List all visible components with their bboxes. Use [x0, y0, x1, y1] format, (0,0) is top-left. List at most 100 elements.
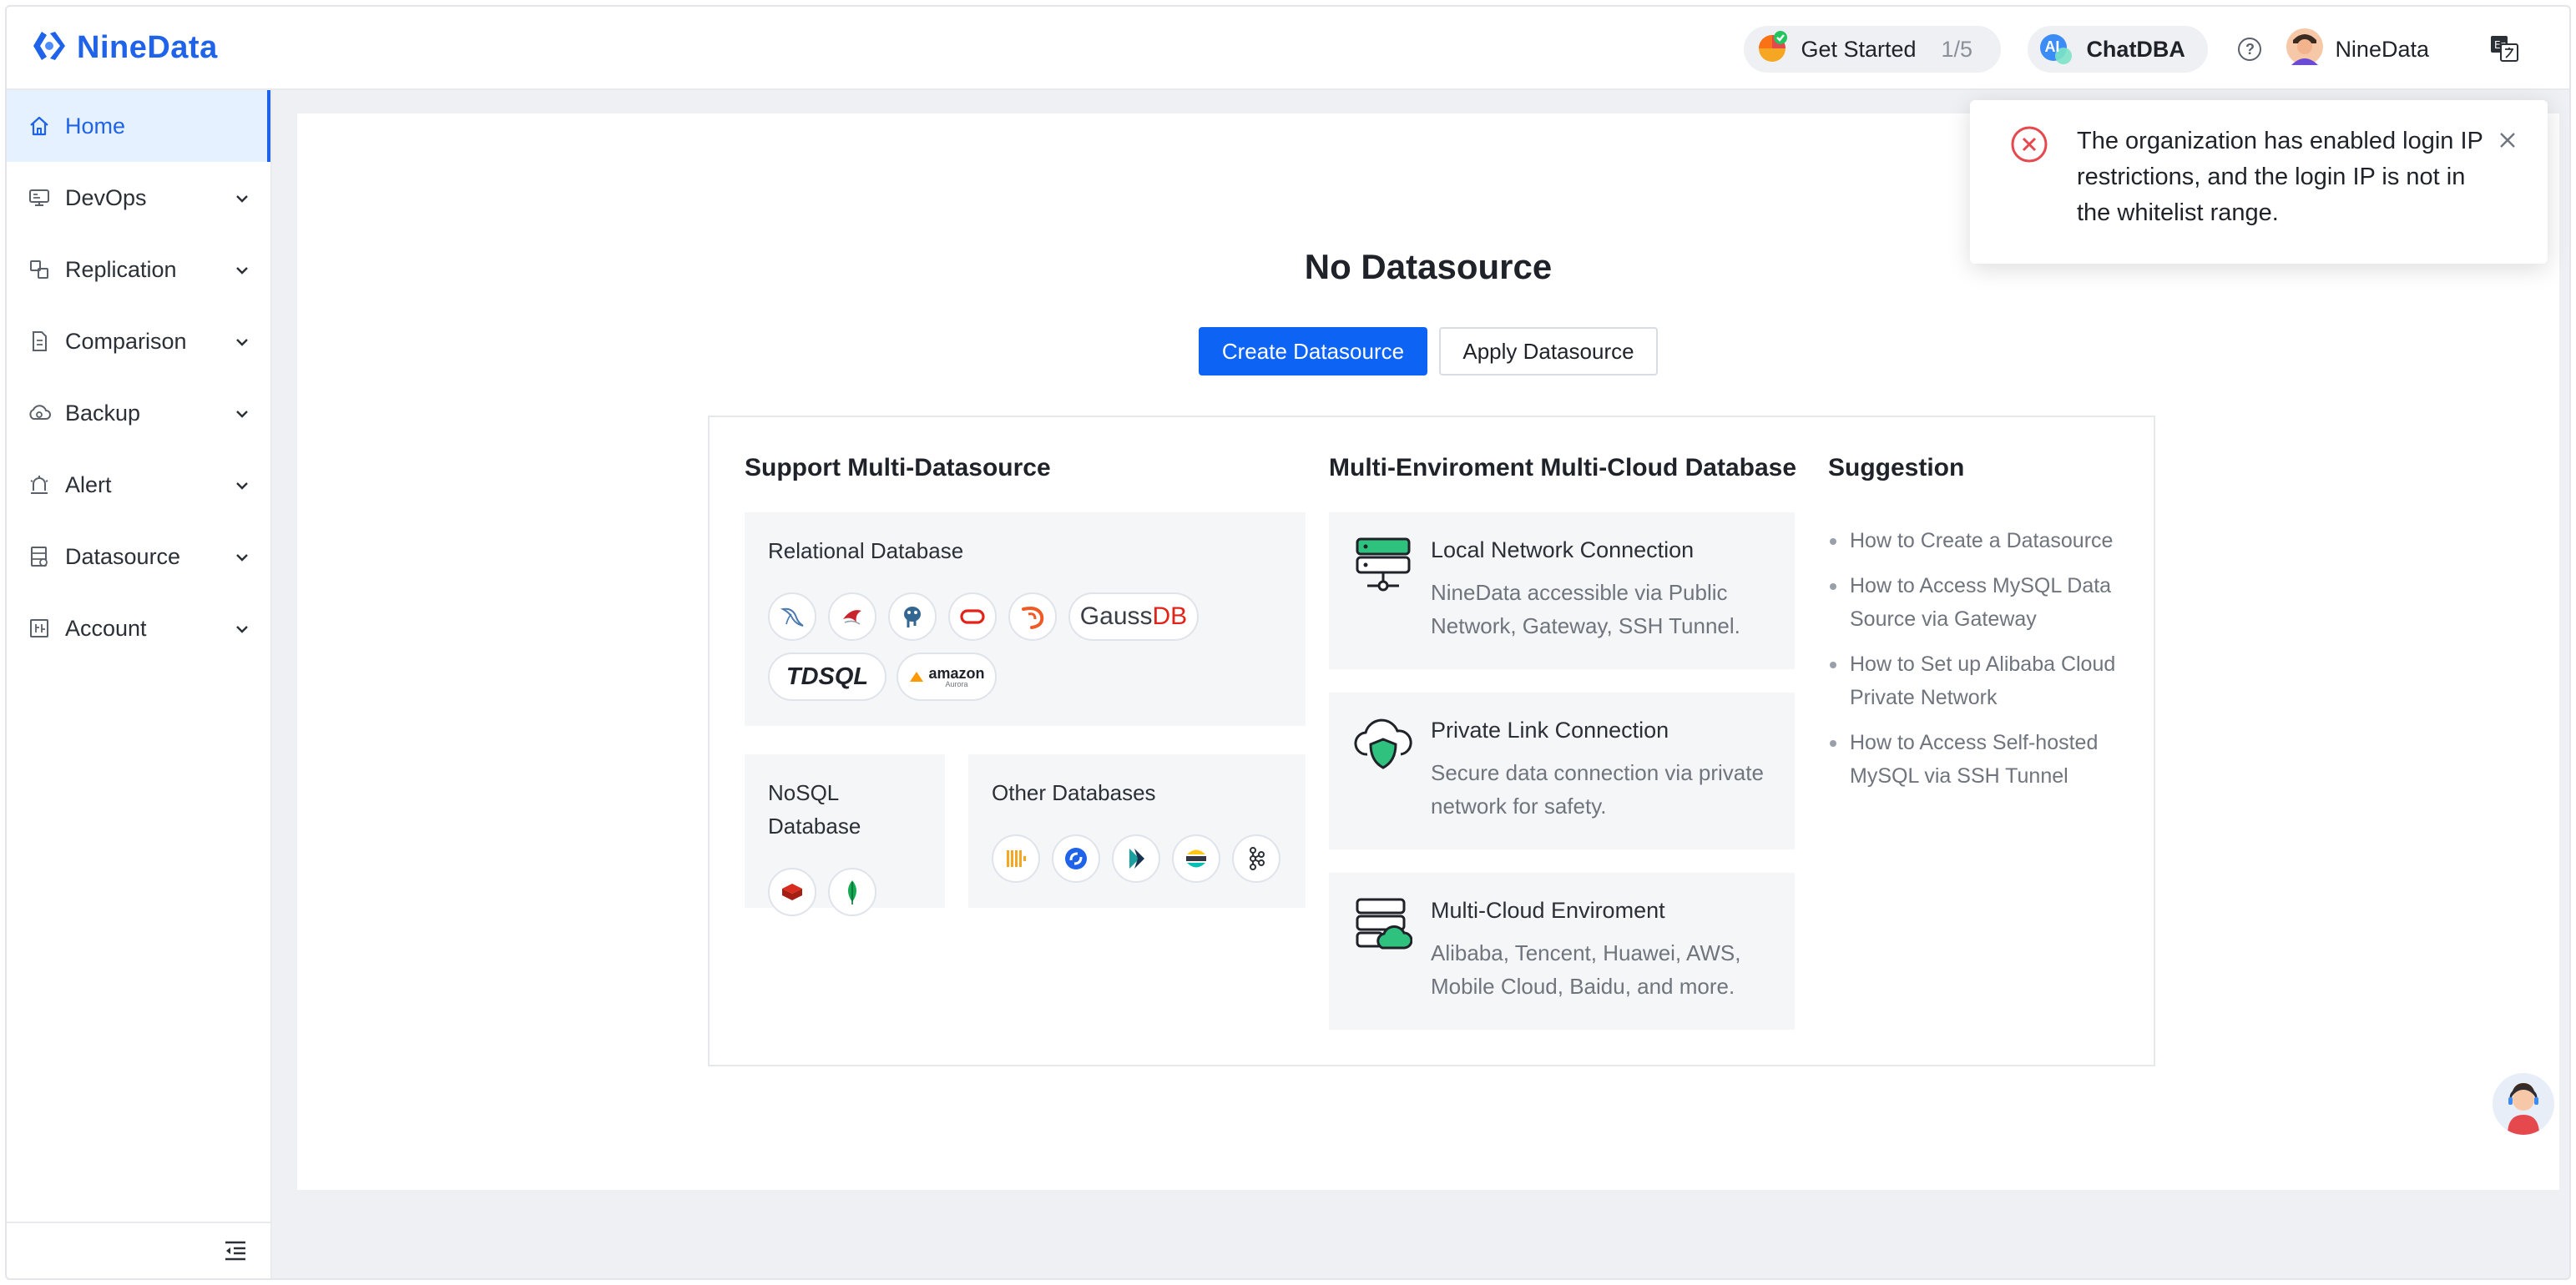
sidebar-item-label: Datasource: [65, 543, 181, 569]
sidebar-item-label: Account: [65, 615, 147, 641]
get-started-button[interactable]: Get Started 1/5: [1744, 26, 2002, 73]
sidebar-item-label: Replication: [65, 256, 177, 282]
mariadb-icon[interactable]: [1008, 592, 1057, 641]
relational-database-box: Relational Database GaussDB TDSQL amazon…: [745, 512, 1306, 726]
env-item-local-network: Local Network Connection NineData access…: [1329, 512, 1795, 669]
get-started-label: Get Started: [1801, 36, 1917, 62]
chevron-down-icon: [234, 546, 250, 572]
account-icon: [27, 616, 52, 641]
tdsql-text: TDSQL: [785, 663, 869, 690]
error-circle-icon: [2010, 125, 2048, 168]
datasource-icon: [27, 544, 52, 569]
kingbase-icon[interactable]: [1112, 834, 1160, 883]
chatdba-ai-icon: AI: [2039, 33, 2074, 66]
suggestion-link[interactable]: How to Set up Alibaba Cloud Private Netw…: [1828, 648, 2145, 714]
replication-icon: [27, 257, 52, 282]
ninedata-logo-icon: [30, 27, 68, 69]
brand-name: NineData: [77, 30, 218, 65]
env-item-private-link: Private Link Connection Secure data conn…: [1329, 693, 1795, 849]
user-menu[interactable]: NineData: [2286, 28, 2429, 71]
sidebar-footer: [7, 1222, 270, 1278]
action-buttons: Create Datasource Apply Datasource: [297, 327, 2559, 375]
gaussdb-text-b: DB: [1152, 602, 1188, 630]
support-section-title: Support Multi-Datasource: [745, 454, 1051, 481]
sidebar-item-label: Comparison: [65, 328, 187, 354]
sidebar-item-replication[interactable]: Replication: [7, 234, 270, 305]
env-item-desc: NineData accessible via Public Network, …: [1431, 580, 1740, 638]
get-started-icon: [1755, 30, 1789, 69]
menu-fold-icon[interactable]: [224, 1240, 247, 1266]
get-started-progress: 1/5: [1941, 36, 1973, 62]
devops-icon: [27, 185, 52, 210]
sidebar-item-label: Alert: [65, 471, 112, 497]
sidebar-item-home[interactable]: Home: [7, 90, 270, 162]
create-datasource-button[interactable]: Create Datasource: [1199, 327, 1427, 375]
error-notification: The organization has enabled login IP re…: [1970, 100, 2548, 264]
environment-section-title: Multi-Enviroment Multi-Cloud Database: [1329, 454, 1797, 481]
mysql-icon[interactable]: [768, 592, 816, 641]
nosql-database-title-line1: NoSQL: [768, 780, 840, 805]
selectdb-icon[interactable]: [1052, 834, 1100, 883]
aurora-text: Aurora: [945, 679, 968, 688]
chatdba-label: ChatDBA: [2086, 36, 2185, 62]
comparison-icon: [27, 329, 52, 354]
gaussdb-logo[interactable]: GaussDB: [1068, 592, 1199, 641]
chevron-down-icon: [234, 330, 250, 356]
relational-database-title: Relational Database: [768, 538, 964, 563]
sidebar: Home DevOps Replication Comparison Backu…: [7, 90, 272, 1278]
sidebar-item-label: DevOps: [65, 184, 147, 210]
avatar: [2286, 28, 2324, 71]
sidebar-item-label: Backup: [65, 400, 141, 426]
close-icon[interactable]: [2498, 130, 2518, 154]
sqlserver-icon[interactable]: [828, 592, 876, 641]
amazon-text: amazon: [928, 664, 985, 682]
app-window: NineData Get Started 1/5 AI ChatDBA ? Ni…: [5, 5, 2571, 1280]
env-item-multi-cloud: Multi-Cloud Enviroment Alibaba, Tencent,…: [1329, 873, 1795, 1030]
suggestion-list: How to Create a Datasource How to Access…: [1828, 524, 2145, 804]
sidebar-item-devops[interactable]: DevOps: [7, 162, 270, 234]
tdsql-logo[interactable]: TDSQL: [768, 653, 886, 701]
nosql-database-title-line2: Database: [768, 814, 861, 839]
backup-icon: [27, 401, 52, 426]
customer-service-icon[interactable]: [2493, 1073, 2554, 1135]
sidebar-item-backup[interactable]: Backup: [7, 377, 270, 449]
suggestion-section-title: Suggestion: [1828, 454, 1965, 481]
env-item-name: Multi-Cloud Enviroment: [1431, 898, 1665, 923]
chevron-down-icon: [234, 259, 250, 285]
gaussdb-text-a: Gauss: [1079, 602, 1153, 630]
server-network-icon: [1354, 537, 1412, 597]
sidebar-item-comparison[interactable]: Comparison: [7, 305, 270, 377]
sidebar-item-datasource[interactable]: Datasource: [7, 521, 270, 592]
suggestion-link[interactable]: How to Create a Datasource: [1828, 524, 2145, 557]
postgresql-icon[interactable]: [888, 592, 937, 641]
oracle-icon[interactable]: [948, 592, 997, 641]
clickhouse-icon[interactable]: [992, 834, 1040, 883]
notification-message: The organization has enabled login IP re…: [2077, 128, 2483, 226]
suggestion-link[interactable]: How to Access MySQL Data Source via Gate…: [1828, 569, 2145, 636]
apply-datasource-button[interactable]: Apply Datasource: [1439, 327, 1658, 375]
elasticsearch-icon[interactable]: [1172, 834, 1220, 883]
chatdba-button[interactable]: AI ChatDBA: [2028, 26, 2209, 73]
chevron-down-icon: [234, 187, 250, 213]
amazon-aurora-logo[interactable]: amazon Aurora: [897, 653, 997, 701]
redis-icon[interactable]: [768, 868, 816, 916]
top-header: NineData Get Started 1/5 AI ChatDBA ? Ni…: [7, 7, 2569, 90]
brand-logo[interactable]: NineData: [30, 27, 218, 69]
kafka-icon[interactable]: [1232, 834, 1280, 883]
main-content: No Datasource Create Datasource Apply Da…: [297, 113, 2559, 1190]
env-item-name: Local Network Connection: [1431, 537, 1695, 562]
other-databases-box: Other Databases: [968, 754, 1306, 908]
other-databases-title: Other Databases: [992, 780, 1156, 805]
sidebar-item-alert[interactable]: Alert: [7, 449, 270, 521]
translate-icon[interactable]: En: [2489, 33, 2519, 67]
nosql-database-box: NoSQL Database: [745, 754, 945, 916]
sidebar-item-account[interactable]: Account: [7, 592, 270, 664]
suggestion-link[interactable]: How to Access Self-hosted MySQL via SSH …: [1828, 726, 2145, 793]
aurora-icon: [910, 672, 924, 682]
mongodb-icon[interactable]: [828, 868, 876, 916]
question-circle-icon[interactable]: ?: [2238, 38, 2262, 61]
home-icon: [27, 113, 52, 139]
datasource-info-card: Support Multi-Datasource Relational Data…: [708, 416, 2155, 1066]
env-item-name: Private Link Connection: [1431, 718, 1669, 743]
chevron-down-icon: [234, 474, 250, 500]
